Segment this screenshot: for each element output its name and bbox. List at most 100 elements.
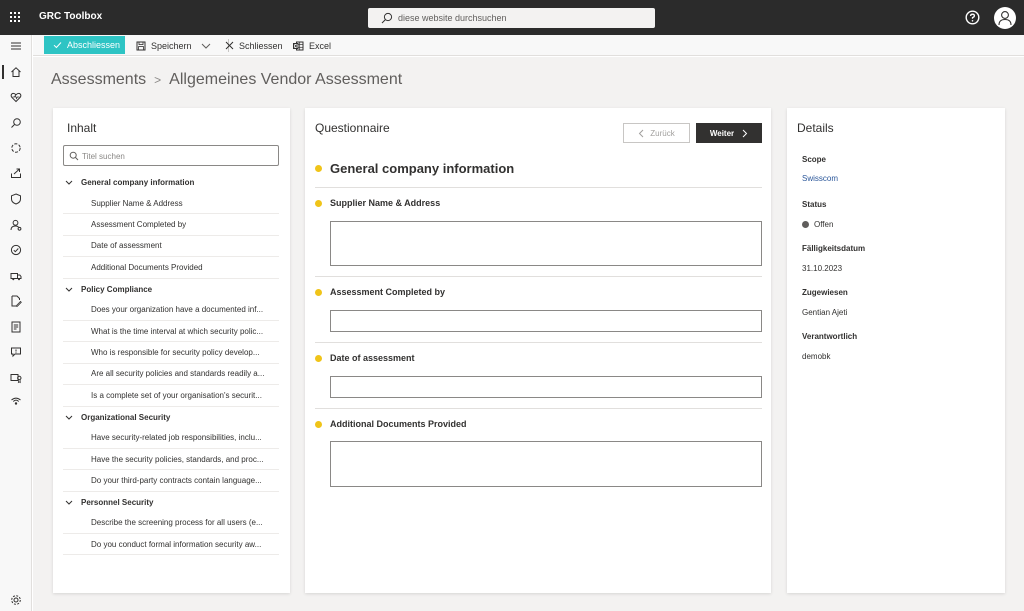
date-of-assessment-field[interactable] <box>330 376 762 398</box>
chevron-right-icon <box>742 129 748 137</box>
divider <box>315 408 762 409</box>
settings-gear-icon[interactable] <box>8 592 24 608</box>
due-date-label: Fälligkeitsdatum <box>802 244 866 253</box>
toc-section-policy[interactable]: Policy Compliance <box>63 279 279 300</box>
share-export-icon[interactable] <box>8 165 24 181</box>
toc-item[interactable]: Date of assessment <box>63 236 279 258</box>
required-indicator-dot <box>315 355 322 362</box>
report-icon[interactable] <box>8 319 24 335</box>
details-panel: Details Scope Swisscom Status Offen Fäll… <box>787 108 1005 593</box>
toc-section-organizational[interactable]: Organizational Security <box>63 407 279 428</box>
check-circle-icon[interactable] <box>8 242 24 258</box>
toc-item[interactable]: Supplier Name & Address <box>63 193 279 215</box>
main-content: Assessments > Allgemeines Vendor Assessm… <box>33 57 1024 611</box>
incident-chat-icon[interactable] <box>8 344 24 360</box>
toc-item[interactable]: Do your third-party contracts contain la… <box>63 470 279 492</box>
search-icon <box>381 12 393 24</box>
save-button[interactable]: Speichern <box>136 35 192 56</box>
complete-button[interactable]: Abschliessen <box>44 36 125 54</box>
close-button[interactable]: Schliessen <box>225 35 283 56</box>
toc-item[interactable]: What is the time interval at which secur… <box>63 321 279 343</box>
heart-pulse-icon[interactable] <box>8 89 24 105</box>
chevron-down-icon <box>65 500 73 505</box>
toc-item[interactable]: Have security-related job responsibiliti… <box>63 428 279 449</box>
assessment-completed-by-field[interactable] <box>330 310 762 332</box>
help-icon[interactable] <box>965 10 980 25</box>
details-title: Details <box>797 121 834 135</box>
status-label: Status <box>802 200 827 209</box>
status-text: Offen <box>814 220 834 229</box>
back-button-label: Zurück <box>650 128 675 138</box>
toc-item[interactable]: Additional Documents Provided <box>63 257 279 279</box>
certificate-icon[interactable] <box>8 370 24 386</box>
back-button[interactable]: Zurück <box>623 123 690 143</box>
scope-value-link[interactable]: Swisscom <box>802 174 838 183</box>
toc-item[interactable]: Do you conduct formal information securi… <box>63 534 279 556</box>
excel-export-button[interactable]: Excel <box>293 35 331 56</box>
toc-item-label: Have security-related job responsibiliti… <box>91 433 262 443</box>
toc-section-label: Personnel Security <box>81 497 154 507</box>
active-nav-indicator <box>2 65 4 79</box>
next-button[interactable]: Weiter <box>696 123 762 143</box>
supplier-name-address-field[interactable] <box>330 221 762 266</box>
site-search-input[interactable] <box>398 10 648 26</box>
status-indicator-dot <box>802 221 809 228</box>
toc-item-label: Date of assessment <box>91 241 162 251</box>
divider <box>315 276 762 277</box>
toc-item[interactable]: Who is responsible for security policy d… <box>63 342 279 364</box>
toc-item[interactable]: Does your organization have a documented… <box>63 300 279 321</box>
chevron-down-icon <box>201 43 211 49</box>
toc-item[interactable]: Have the security policies, standards, a… <box>63 449 279 471</box>
assigned-label: Zugewiesen <box>802 288 848 297</box>
question-label: Additional Documents Provided <box>330 419 467 429</box>
home-icon[interactable] <box>8 64 24 80</box>
toc-item[interactable]: Are all security policies and standards … <box>63 364 279 386</box>
shield-icon[interactable] <box>8 191 24 207</box>
save-options-dropdown[interactable] <box>201 35 216 56</box>
chevron-down-icon <box>65 287 73 292</box>
toc-section-general[interactable]: General company information <box>63 172 279 193</box>
user-avatar[interactable] <box>994 7 1016 29</box>
additional-documents-field[interactable] <box>330 441 762 487</box>
toc-item-label: Do your third-party contracts contain la… <box>91 475 262 485</box>
app-launcher-icon[interactable] <box>9 11 22 24</box>
breadcrumb-assessments-link[interactable]: Assessments <box>51 71 146 89</box>
save-icon <box>136 41 146 50</box>
command-bar: Abschliessen Speichern Schliessen Excel <box>33 35 1024 56</box>
title-search-input[interactable] <box>82 149 272 163</box>
toc-item-label: What is the time interval at which secur… <box>91 326 264 336</box>
toc-item-label: Supplier Name & Address <box>91 198 183 208</box>
page-title: Allgemeines Vendor Assessment <box>169 71 403 88</box>
title-search-box[interactable] <box>63 145 279 166</box>
chevron-down-icon <box>65 415 73 420</box>
broadcast-icon[interactable] <box>8 395 24 411</box>
refresh-cycle-icon[interactable] <box>8 140 24 156</box>
section-heading: General company information <box>330 161 515 176</box>
questionnaire-title: Questionnaire <box>315 121 390 135</box>
divider <box>315 342 762 343</box>
toc-item[interactable]: Is a complete set of your organisation's… <box>63 385 279 407</box>
toc-item-label: Are all security policies and standards … <box>91 369 265 379</box>
site-search-box[interactable] <box>368 8 655 28</box>
menu-icon[interactable] <box>8 38 24 54</box>
toc-item[interactable]: Describe the screening process for all u… <box>63 513 279 535</box>
breadcrumb: Assessments > Allgemeines Vendor Assessm… <box>51 71 402 89</box>
toc-section-label: Policy Compliance <box>81 284 153 294</box>
close-icon <box>225 41 234 50</box>
table-of-contents: General company information Supplier Nam… <box>63 172 279 556</box>
close-button-label: Schliessen <box>239 40 283 51</box>
search-nav-icon[interactable] <box>8 115 24 131</box>
user-settings-icon[interactable] <box>8 217 24 233</box>
toc-section-personnel[interactable]: Personnel Security <box>63 492 279 513</box>
assigned-value: Gentian Ajeti <box>802 308 848 317</box>
app-title: GRC Toolbox <box>39 11 103 22</box>
edit-document-icon[interactable] <box>8 293 24 309</box>
toc-item-label: Additional Documents Provided <box>91 262 203 272</box>
truck-icon[interactable] <box>8 268 24 284</box>
responsible-value: demobk <box>802 352 831 361</box>
toc-section-label: Organizational Security <box>81 412 171 422</box>
excel-icon <box>293 41 304 50</box>
toc-item[interactable]: Assessment Completed by <box>63 214 279 236</box>
required-indicator-dot <box>315 289 322 296</box>
toc-item-label: Who is responsible for security policy d… <box>91 348 260 358</box>
